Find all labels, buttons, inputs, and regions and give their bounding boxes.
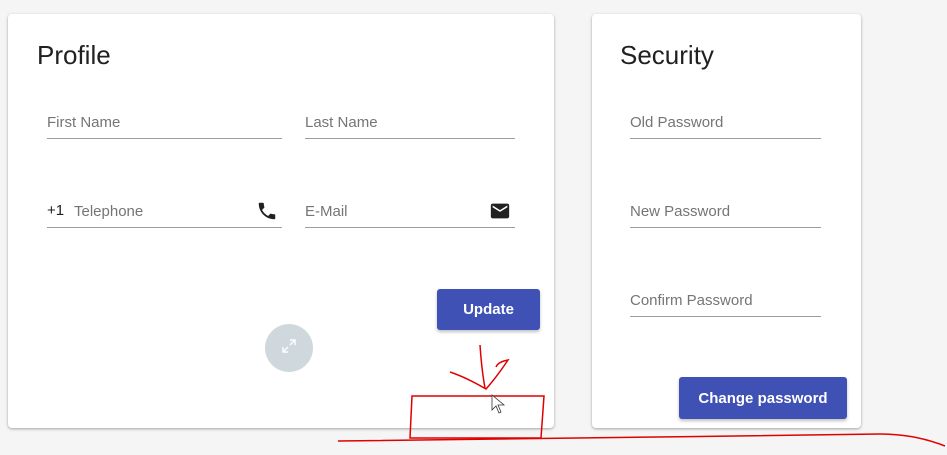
change-password-button[interactable]: Change password <box>679 377 847 419</box>
confirm-password-input[interactable] <box>630 286 821 314</box>
mail-icon <box>489 200 511 222</box>
update-button[interactable]: Update <box>437 289 540 330</box>
new-password-input[interactable] <box>630 197 821 225</box>
phone-icon <box>256 200 278 222</box>
telephone-prefix: +1 <box>47 202 65 219</box>
annotation-underline <box>337 433 946 447</box>
security-title: Security <box>620 40 714 70</box>
last-name-input[interactable] <box>305 108 515 136</box>
confirm-password-field <box>630 286 821 317</box>
first-name-input[interactable] <box>47 108 282 136</box>
old-password-input[interactable] <box>630 108 821 136</box>
telephone-field: +1 <box>47 197 282 228</box>
security-card: Security Change password <box>592 14 861 428</box>
telephone-input[interactable] <box>47 197 254 225</box>
last-name-field <box>305 108 515 139</box>
old-password-field <box>630 108 821 139</box>
new-password-field <box>630 197 821 228</box>
profile-card: Profile +1 Update <box>8 14 554 428</box>
email-input[interactable] <box>305 197 480 225</box>
email-field <box>305 197 515 228</box>
expand-fab[interactable] <box>265 324 313 372</box>
first-name-field <box>47 108 282 139</box>
expand-icon <box>280 337 298 360</box>
profile-title: Profile <box>37 40 111 70</box>
